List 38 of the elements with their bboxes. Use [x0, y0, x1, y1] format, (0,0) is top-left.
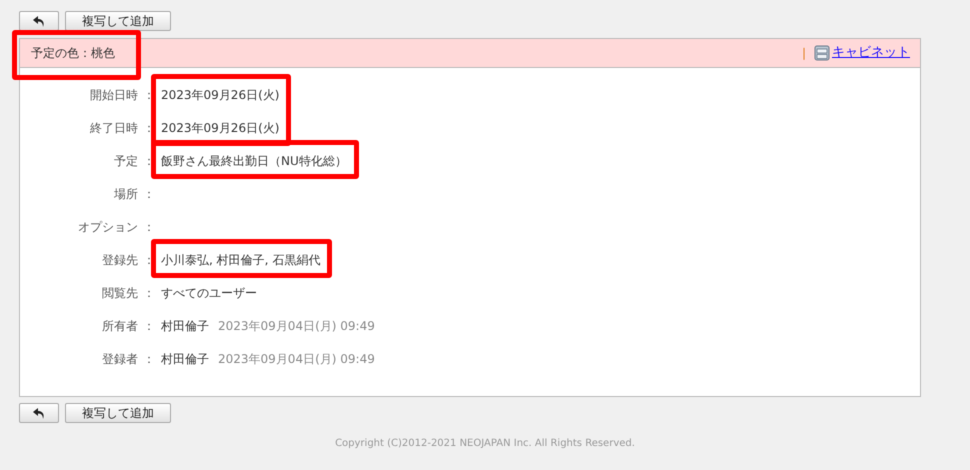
copyright-text: Copyright (C)2012-2021 NEOJAPAN Inc. All Rights Reserved. — [334, 437, 636, 451]
field-label: 予定 — [113, 153, 138, 170]
back-arrow-icon — [33, 408, 45, 418]
back-button[interactable] — [19, 11, 59, 31]
field-label: 終了日時 — [89, 120, 138, 137]
field-value: すべてのユーザー — [161, 285, 257, 302]
colon: ： — [142, 219, 156, 236]
colon: ： — [142, 285, 156, 302]
field-label: 開始日時 — [89, 87, 138, 104]
field-value: 村田倫子 — [161, 318, 209, 335]
copy-add-button[interactable]: 複写して追加 — [65, 403, 171, 423]
back-button[interactable] — [19, 403, 59, 423]
colon: ： — [142, 318, 156, 335]
cabinet-icon[interactable] — [814, 45, 830, 61]
field-label: 登録先 — [101, 252, 138, 269]
field-value: 飯野さん最終出勤日（NU特化総） — [161, 153, 347, 170]
cabinet-link[interactable]: キャビネット — [832, 43, 910, 63]
timestamp: 2023年09月04日(月) 09:49 — [218, 351, 375, 368]
colon: ： — [142, 252, 156, 269]
colon: ： — [142, 351, 156, 368]
field-label: 登録者 — [101, 351, 138, 368]
colon: ： — [142, 87, 156, 104]
field-value: 2023年09月26日(火) — [161, 120, 280, 137]
copy-add-button[interactable]: 複写して追加 — [65, 11, 171, 31]
timestamp: 2023年09月04日(月) 09:49 — [218, 318, 375, 335]
color-label: 予定の色：桃色 — [31, 46, 115, 60]
field-label: オプション — [77, 219, 138, 236]
colon: ： — [142, 186, 156, 203]
field-label: 所有者 — [101, 318, 138, 335]
field-label: 閲覧先 — [101, 285, 138, 302]
colon: ： — [142, 153, 156, 170]
field-value: 村田倫子 — [161, 351, 209, 368]
field-value: 小川泰弘, 村田倫子, 石黒絹代 — [161, 252, 320, 269]
field-value: 2023年09月26日(火) — [161, 87, 280, 104]
colon: ： — [142, 120, 156, 137]
separator: | — [802, 45, 806, 62]
back-arrow-icon — [33, 16, 45, 26]
field-label: 場所 — [113, 186, 138, 203]
